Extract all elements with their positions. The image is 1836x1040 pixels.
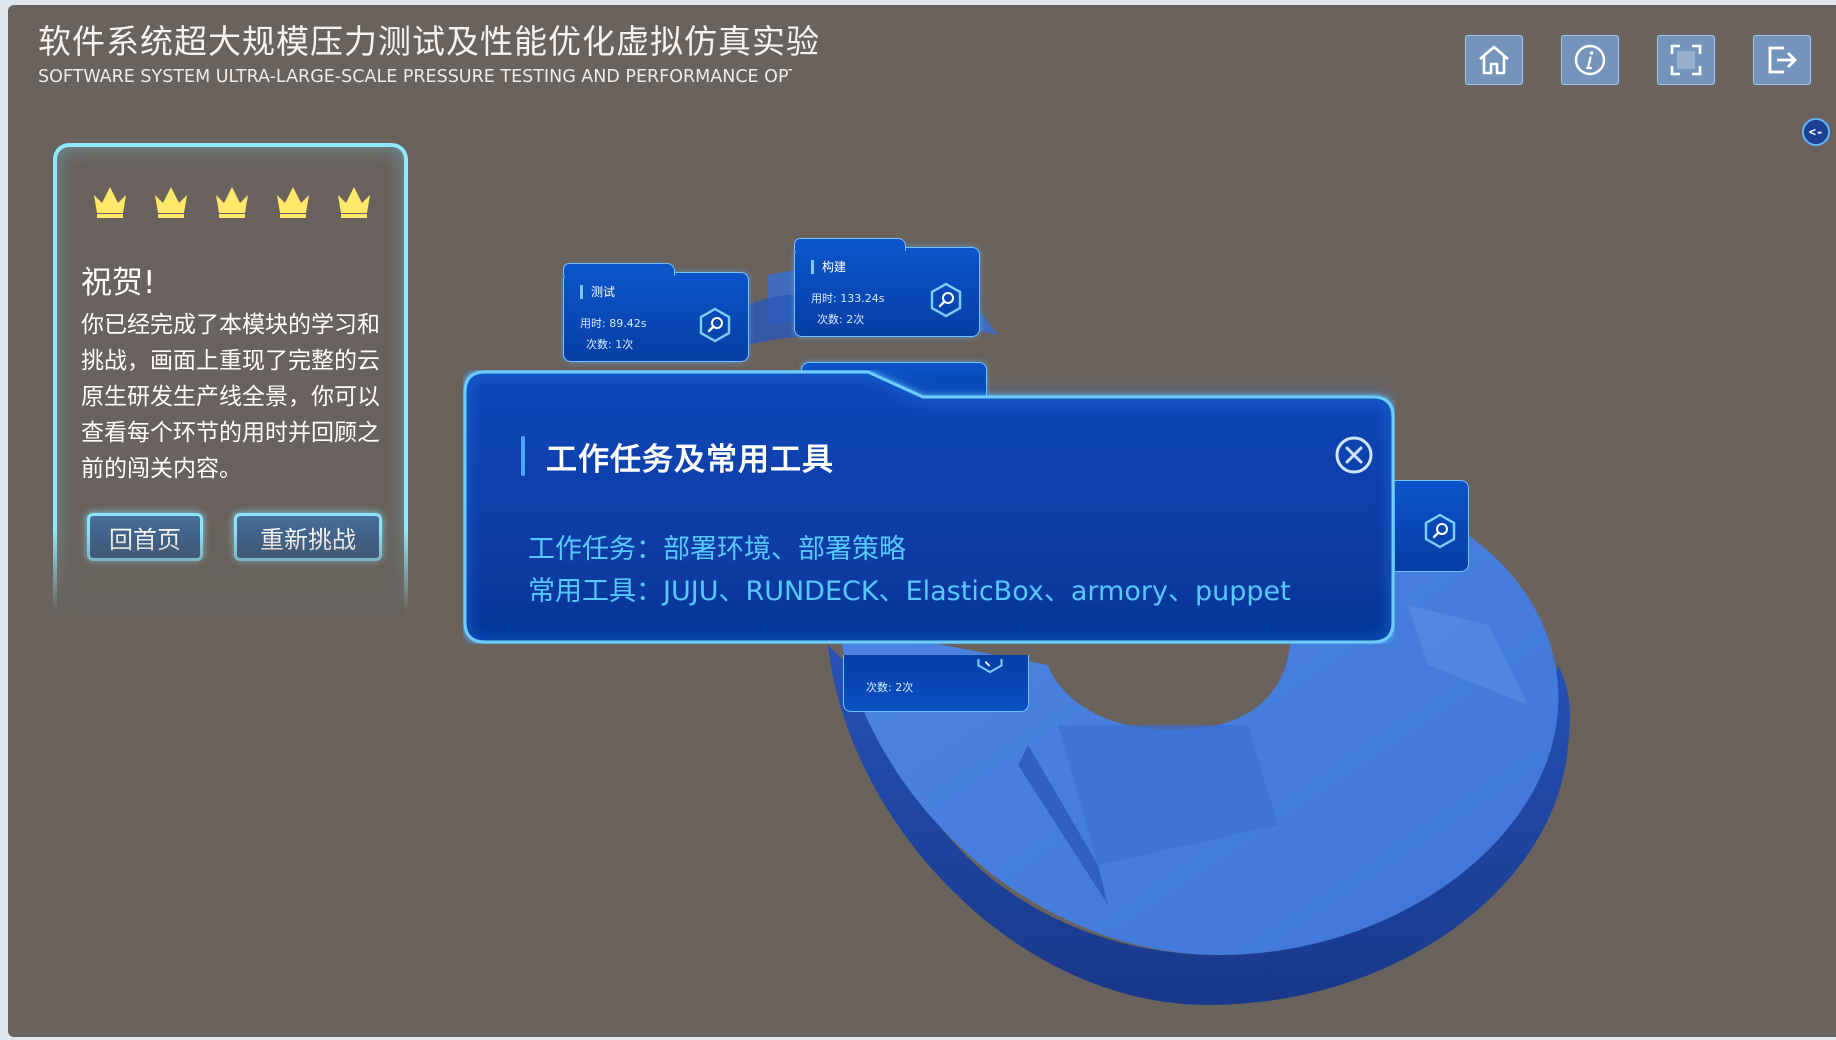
back-home-button[interactable]: 回首页 xyxy=(87,513,203,561)
crown-icon xyxy=(91,183,129,223)
congrats-title: 祝贺! xyxy=(81,265,156,301)
stage-card-deploy-partial[interactable] xyxy=(1395,480,1469,572)
search-icon[interactable] xyxy=(976,657,1004,679)
close-icon[interactable] xyxy=(1334,435,1374,475)
stage-card-build[interactable]: 构建 用时: 133.24s 次数: 2次 xyxy=(794,238,980,337)
title-accent-bar xyxy=(521,436,525,476)
work-tasks-line: 工作任务：部署环境、部署策略 xyxy=(528,534,906,565)
stage-count: 次数: 1次 xyxy=(586,338,634,351)
collapse-panel-button[interactable]: <- xyxy=(1802,118,1830,146)
crown-icon xyxy=(274,183,312,223)
app-subtitle: SOFTWARE SYSTEM ULTRA-LARGE-SCALE PRESSU… xyxy=(38,67,792,87)
retry-challenge-button[interactable]: 重新挑战 xyxy=(234,513,382,561)
common-tools-line: 常用工具：JUJU、RUNDECK、ElasticBox、armory、pupp… xyxy=(528,576,1291,607)
fullscreen-icon xyxy=(1670,44,1702,76)
stage-time: 用时: 89.42s xyxy=(580,317,647,330)
app-title: 软件系统超大规模压力测试及性能优化虚拟仿真实验 xyxy=(38,22,820,61)
crown-icon xyxy=(335,183,373,223)
search-icon[interactable] xyxy=(1423,513,1457,549)
congrats-message: 你已经完成了本模块的学习和挑战，画面上重现了完整的云原生研发生产线全景，你可以查… xyxy=(81,312,380,482)
info-button[interactable] xyxy=(1561,35,1619,85)
rating-crowns xyxy=(91,183,373,223)
crown-icon xyxy=(152,183,190,223)
congrats-panel: 祝贺! 你已经完成了本模块的学习和挑战，画面上重现了完整的云原生研发生产线全景，… xyxy=(53,143,408,613)
modal-title: 工作任务及常用工具 xyxy=(546,442,834,478)
scene-viewport: 软件系统超大规模压力测试及性能优化虚拟仿真实验 SOFTWARE SYSTEM … xyxy=(8,5,1836,1037)
home-button[interactable] xyxy=(1465,35,1523,85)
exit-button[interactable] xyxy=(1753,35,1811,85)
stage-count: 次数: 2次 xyxy=(817,313,865,326)
stage-count: 次数: 2次 xyxy=(866,681,914,694)
stage-card-lower-partial[interactable]: 次数: 2次 xyxy=(843,655,1029,712)
stage-name: 构建 xyxy=(811,260,846,274)
stage-card-test[interactable]: 测试 用时: 89.42s 次数: 1次 xyxy=(563,263,749,362)
task-tools-modal: 工作任务及常用工具 工作任务：部署环境、部署策略 常用工具：JUJU、RUNDE… xyxy=(463,370,1395,644)
stage-name: 测试 xyxy=(580,285,615,299)
crown-icon xyxy=(213,183,251,223)
fullscreen-button[interactable] xyxy=(1657,35,1715,85)
search-icon[interactable] xyxy=(698,307,732,343)
exit-icon xyxy=(1768,46,1797,74)
search-icon[interactable] xyxy=(929,282,963,318)
home-icon xyxy=(1479,45,1509,75)
info-icon xyxy=(1574,44,1606,76)
app-header: 软件系统超大规模压力测试及性能优化虚拟仿真实验 SOFTWARE SYSTEM … xyxy=(38,21,820,89)
stage-time: 用时: 133.24s xyxy=(811,292,885,305)
